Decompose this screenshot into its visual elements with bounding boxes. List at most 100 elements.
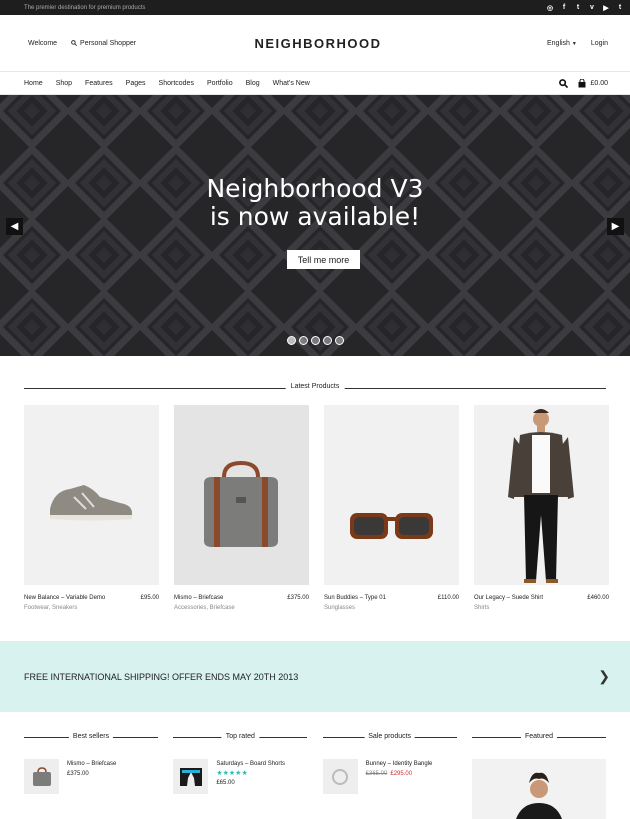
board-shorts-thumbnail <box>179 767 202 786</box>
star-icon: ★ <box>241 770 248 777</box>
personal-shopper-label: Personal Shopper <box>80 39 137 47</box>
slider-dots <box>287 336 344 345</box>
product-image[interactable] <box>24 405 159 585</box>
product-category[interactable]: Shirts <box>474 605 609 611</box>
personal-shopper-link[interactable]: Personal Shopper <box>71 40 136 47</box>
product-image[interactable] <box>174 405 309 585</box>
latest-products-heading: Latest Products <box>0 356 630 403</box>
chevron-down-icon: ▼ <box>571 40 577 47</box>
tagline: The premier destination for premium prod… <box>24 4 146 11</box>
original-price: £365.00 <box>365 771 388 777</box>
widget-product-name[interactable]: Bunney – Identity Bangle <box>366 759 433 769</box>
site-header: Welcome Personal Shopper NEIGHBORHOOD En… <box>0 15 630 72</box>
nav-item-portfolio[interactable]: Portfolio <box>207 80 233 87</box>
tumblr-icon[interactable]: t <box>616 4 624 12</box>
nav-item-features[interactable]: Features <box>85 80 113 87</box>
briefcase-image <box>204 460 278 547</box>
hero-title: Neighborhood V3 is now available! <box>0 175 630 231</box>
social-links: ◎ f t v ▶ t <box>546 4 624 12</box>
sale-products-widget: Sale products Bunney – Identity Bangle £… <box>322 731 457 819</box>
product-widgets: Best sellers Mismo – Briefcase £375.00 T… <box>24 731 606 819</box>
star-rating: ★★★★★ <box>216 769 285 778</box>
product-name[interactable]: Mismo – Briefcase <box>174 595 223 601</box>
search-icon <box>71 40 78 46</box>
welcome-link[interactable]: Welcome <box>28 40 57 47</box>
widget-product-name[interactable]: Saturdays – Board Shorts <box>216 759 285 769</box>
top-bar: The premier destination for premium prod… <box>0 0 630 15</box>
youtube-icon[interactable]: ▶ <box>602 4 610 12</box>
sale-price: £295.00 <box>390 771 413 777</box>
promo-text: FREE INTERNATIONAL SHIPPING! OFFER ENDS … <box>24 671 299 682</box>
product-grid: New Balance – Variable Demo £95.00 Footwe… <box>0 403 630 611</box>
cart-total: £0.00 <box>590 79 608 87</box>
nav-item-whats-new[interactable]: What's New <box>273 80 310 87</box>
product-category[interactable]: Footwear, Sneakers <box>24 605 159 611</box>
widget-title: Featured <box>520 733 557 740</box>
widget-product-price: £65.00 <box>216 780 235 786</box>
vimeo-icon[interactable]: v <box>588 4 596 12</box>
product-category[interactable]: Sunglasses <box>324 605 459 611</box>
slider-dot-2[interactable] <box>299 336 308 345</box>
nav-item-shortcodes[interactable]: Shortcodes <box>159 80 194 87</box>
product-name[interactable]: Our Legacy – Suede Shirt <box>474 595 543 601</box>
hero-title-line1: Neighborhood V3 <box>206 174 424 203</box>
language-selector[interactable]: English ▼ <box>547 40 577 47</box>
product-name[interactable]: Sun Buddies – Type 01 <box>324 595 386 601</box>
main-nav: Home Shop Features Pages Shortcodes Port… <box>0 72 630 95</box>
login-link[interactable]: Login <box>591 40 608 47</box>
nav-item-blog[interactable]: Blog <box>246 80 260 87</box>
featured-model-image <box>515 772 562 819</box>
slider-dot-3[interactable] <box>311 336 320 345</box>
promo-banner[interactable]: FREE INTERNATIONAL SHIPPING! OFFER ENDS … <box>0 641 630 712</box>
product-thumbnail[interactable] <box>173 759 209 794</box>
briefcase-thumbnail <box>32 766 51 786</box>
slider-dot-1[interactable] <box>287 336 296 345</box>
featured-widget: Featured <box>471 731 606 819</box>
nav-item-shop[interactable]: Shop <box>56 80 72 87</box>
tell-me-more-button[interactable]: Tell me more <box>287 250 360 269</box>
product-image[interactable] <box>474 405 609 585</box>
product-category[interactable]: Accessories, Briefcase <box>174 605 309 611</box>
product-card[interactable]: Sun Buddies – Type 01 £110.00 Sunglasses <box>324 405 459 611</box>
dribbble-icon[interactable]: ◎ <box>546 4 554 12</box>
product-image[interactable] <box>324 405 459 585</box>
twitter-icon[interactable]: t <box>574 4 582 12</box>
product-name[interactable]: New Balance – Variable Demo <box>24 595 105 601</box>
slider-dot-4[interactable] <box>323 336 332 345</box>
product-price: £460.00 <box>587 595 609 601</box>
widget-product[interactable]: Mismo – Briefcase £375.00 <box>24 759 158 794</box>
widget-product[interactable]: Saturdays – Board Shorts ★★★★★ £65.00 <box>173 759 307 794</box>
nav-item-home[interactable]: Home <box>24 80 43 87</box>
slider-next-button[interactable]: ▶ <box>607 218 624 235</box>
widget-title: Sale products <box>364 733 416 740</box>
chevron-right-icon: ▶ <box>611 221 620 232</box>
product-thumbnail[interactable] <box>24 759 59 794</box>
product-price: £375.00 <box>287 595 309 601</box>
language-label: English <box>546 39 570 47</box>
product-card[interactable]: New Balance – Variable Demo £95.00 Footwe… <box>24 405 159 611</box>
search-icon[interactable] <box>559 78 569 88</box>
widget-product[interactable]: Bunney – Identity Bangle £365.00 £295.00 <box>322 759 457 794</box>
sneaker-image <box>50 485 132 521</box>
facebook-icon[interactable]: f <box>560 4 568 12</box>
model-image <box>508 409 574 583</box>
top-rated-widget: Top rated Saturdays – Board Shorts ★★★★★… <box>173 731 308 819</box>
featured-product-image[interactable] <box>471 759 606 819</box>
product-thumbnail[interactable] <box>322 759 358 794</box>
product-card[interactable]: Mismo – Briefcase £375.00 Accessories, Br… <box>174 405 309 611</box>
widget-product-price: £375.00 <box>67 771 89 777</box>
cart-button[interactable]: £0.00 <box>578 78 608 88</box>
slider-prev-button[interactable]: ◀ <box>6 218 23 235</box>
site-logo[interactable]: NEIGHBORHOOD <box>254 36 381 51</box>
product-price: £95.00 <box>140 595 159 601</box>
product-card[interactable]: Our Legacy – Suede Shirt £460.00 Shirts <box>474 405 609 611</box>
slider-dot-5[interactable] <box>335 336 344 345</box>
chevron-right-icon[interactable]: ❯ <box>598 668 610 685</box>
widget-product-name[interactable]: Mismo – Briefcase <box>67 759 116 769</box>
chevron-left-icon: ◀ <box>10 221 19 232</box>
hero-slider: Neighborhood V3 is now available! Tell m… <box>0 95 630 356</box>
section-title: Latest Products <box>285 383 345 390</box>
product-price: £110.00 <box>437 595 459 601</box>
bangle-thumbnail <box>332 768 349 785</box>
nav-item-pages[interactable]: Pages <box>126 80 146 87</box>
